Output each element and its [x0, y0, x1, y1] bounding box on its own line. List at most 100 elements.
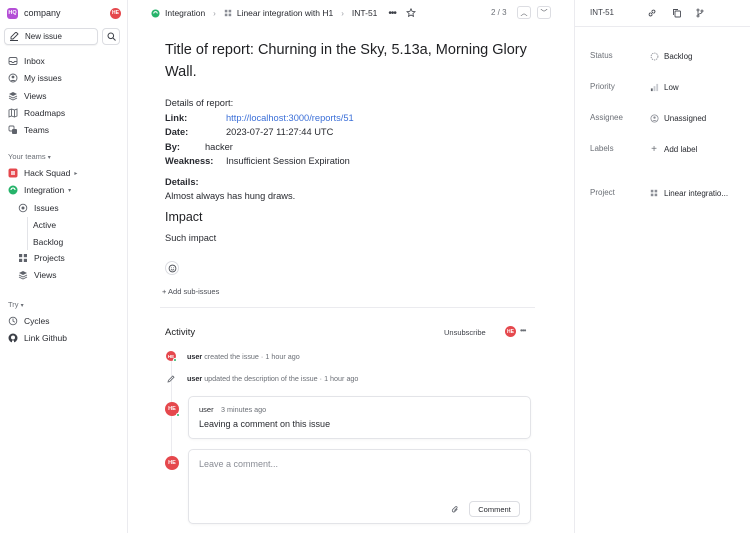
- issue-header: Integration › Linear integration with H1…: [129, 0, 574, 26]
- your-teams-text: Your teams: [8, 152, 46, 161]
- project-label: Project: [590, 188, 615, 197]
- sidebar-item-label: Link Github: [24, 333, 67, 343]
- sidebar-item-views[interactable]: Views: [4, 88, 124, 104]
- sidebar-item-label: Inbox: [24, 56, 45, 66]
- status-selector[interactable]: Backlog: [649, 51, 692, 61]
- search-icon: [107, 32, 116, 41]
- current-user-avatar: HE: [165, 456, 179, 470]
- sidebar-item-cycles[interactable]: Cycles: [4, 313, 124, 329]
- comment-author[interactable]: user: [199, 405, 214, 414]
- new-issue-label: New issue: [25, 32, 62, 41]
- sidebar-item-label: Projects: [34, 253, 65, 263]
- comment-card: user 3 minutes ago Leaving a comment on …: [188, 396, 531, 439]
- breadcrumb-project[interactable]: Linear integration with H1: [224, 8, 333, 18]
- project-value: Linear integratio...: [664, 188, 729, 198]
- issues-icon: [18, 203, 28, 213]
- activity-event-created: HE user created the issue · 1 hour ago: [166, 351, 300, 362]
- sidebar-item-issues[interactable]: Issues: [14, 200, 124, 216]
- my-issues-icon: [8, 73, 18, 83]
- workspace-logo: HQ: [7, 7, 18, 19]
- activity-heading: Activity: [165, 327, 196, 338]
- sidebar-item-my-issues[interactable]: My issues: [4, 70, 124, 86]
- sidebar-item-backlog[interactable]: Backlog: [29, 234, 124, 250]
- star-icon[interactable]: [406, 8, 416, 18]
- status-value: Backlog: [664, 51, 693, 61]
- event-time: 1 hour ago: [265, 351, 300, 361]
- project-selector[interactable]: Linear integratio...: [649, 188, 728, 198]
- more-options-icon[interactable]: •••: [520, 326, 526, 335]
- event-user[interactable]: user: [187, 352, 202, 361]
- team-logo-icon: [8, 168, 18, 178]
- sidebar-team-integration[interactable]: Integration ▾: [4, 182, 124, 198]
- sidebar-team-hack-squad[interactable]: Hack Squad ▸: [4, 165, 124, 181]
- sidebar-item-active[interactable]: Active: [29, 217, 124, 233]
- priority-selector[interactable]: Low: [649, 82, 679, 92]
- github-icon: [8, 333, 18, 343]
- sidebar-item-inbox[interactable]: Inbox: [4, 53, 124, 69]
- sidebar-item-label: My issues: [24, 73, 62, 83]
- tree-line: [27, 217, 28, 250]
- sidebar-item-projects[interactable]: Projects: [14, 250, 124, 266]
- workspace-switcher[interactable]: HQ company HE: [7, 5, 121, 21]
- new-issue-button[interactable]: New issue: [4, 28, 98, 45]
- sidebar-item-label: Roadmaps: [24, 108, 66, 118]
- breadcrumb-team-label: Integration: [165, 8, 206, 18]
- weakness-label: Weakness:: [165, 156, 214, 166]
- user-avatar[interactable]: HE: [110, 7, 121, 19]
- team-label: Integration: [24, 185, 65, 195]
- assignee-label: Assignee: [590, 113, 623, 122]
- your-teams-label[interactable]: Your teams ▾: [8, 152, 51, 161]
- properties-panel: INT-51 Status Backlog Priority Low Assig…: [574, 0, 750, 533]
- by-label: By:: [165, 142, 180, 152]
- sidebar-item-label: Cycles: [24, 316, 50, 326]
- teams-icon: [8, 125, 18, 135]
- issue-title[interactable]: Title of report: Churning in the Sky, 5.…: [165, 40, 545, 83]
- avatar-initials: HE: [168, 406, 176, 412]
- team-label: Hack Squad: [24, 168, 71, 178]
- comment-time: 3 minutes ago: [221, 405, 267, 414]
- inbox-icon: [8, 56, 18, 66]
- caret-down-icon: ▾: [47, 155, 51, 161]
- attachment-icon[interactable]: [451, 505, 460, 514]
- backlog-status-icon: [649, 51, 659, 61]
- copy-id-icon[interactable]: [671, 7, 683, 19]
- date-value: 2023-07-27 11:27:44 UTC: [226, 127, 334, 137]
- unsubscribe-button[interactable]: Unsubscribe: [444, 328, 486, 337]
- event-text: created the issue: [204, 351, 259, 361]
- details-of-report-text: Details of report:: [165, 98, 234, 108]
- comment-submit-button[interactable]: Comment: [469, 501, 520, 517]
- add-reaction-button[interactable]: [165, 261, 179, 275]
- add-sub-issues-button[interactable]: + Add sub-issues: [162, 287, 219, 296]
- online-dot-icon: [176, 412, 180, 417]
- event-avatar: HE: [166, 351, 177, 362]
- event-user[interactable]: user: [187, 374, 202, 383]
- unassigned-user-icon: [649, 113, 659, 123]
- previous-issue-button[interactable]: ︿: [517, 6, 531, 19]
- sidebar-item-roadmaps[interactable]: Roadmaps: [4, 105, 124, 121]
- comment-input[interactable]: Leave a comment...: [199, 459, 278, 469]
- search-button[interactable]: [102, 28, 120, 45]
- subscriber-avatar[interactable]: HE: [505, 326, 516, 337]
- panel-issue-id: INT-51: [590, 8, 615, 17]
- sidebar-item-label: Teams: [24, 125, 50, 135]
- report-link[interactable]: http://localhost:3000/reports/51: [226, 113, 354, 123]
- event-text: updated the description of the issue: [204, 374, 318, 383]
- sidebar-item-label: Views: [24, 91, 47, 101]
- assignee-value: Unassigned: [664, 113, 707, 123]
- copy-branch-icon[interactable]: [694, 7, 706, 19]
- next-issue-button[interactable]: ﹀: [537, 6, 551, 19]
- more-options-icon[interactable]: •••: [388, 8, 396, 19]
- activity-event-updated: user updated the description of the issu…: [166, 374, 358, 383]
- assignee-selector[interactable]: Unassigned: [649, 113, 706, 123]
- add-label-button[interactable]: + Add label: [649, 144, 697, 155]
- event-time: 1 hour ago: [324, 374, 359, 383]
- team-logo-icon: [151, 8, 160, 18]
- cycles-icon: [8, 316, 18, 326]
- breadcrumb-team[interactable]: Integration: [151, 8, 205, 18]
- chevron-up-icon: ︿: [520, 9, 528, 17]
- sidebar-item-team-views[interactable]: Views: [14, 267, 124, 283]
- try-label[interactable]: Try ▾: [8, 300, 24, 309]
- copy-link-icon[interactable]: [646, 7, 658, 19]
- sidebar-item-link-github[interactable]: Link Github: [4, 330, 124, 346]
- sidebar-item-teams[interactable]: Teams: [4, 122, 124, 138]
